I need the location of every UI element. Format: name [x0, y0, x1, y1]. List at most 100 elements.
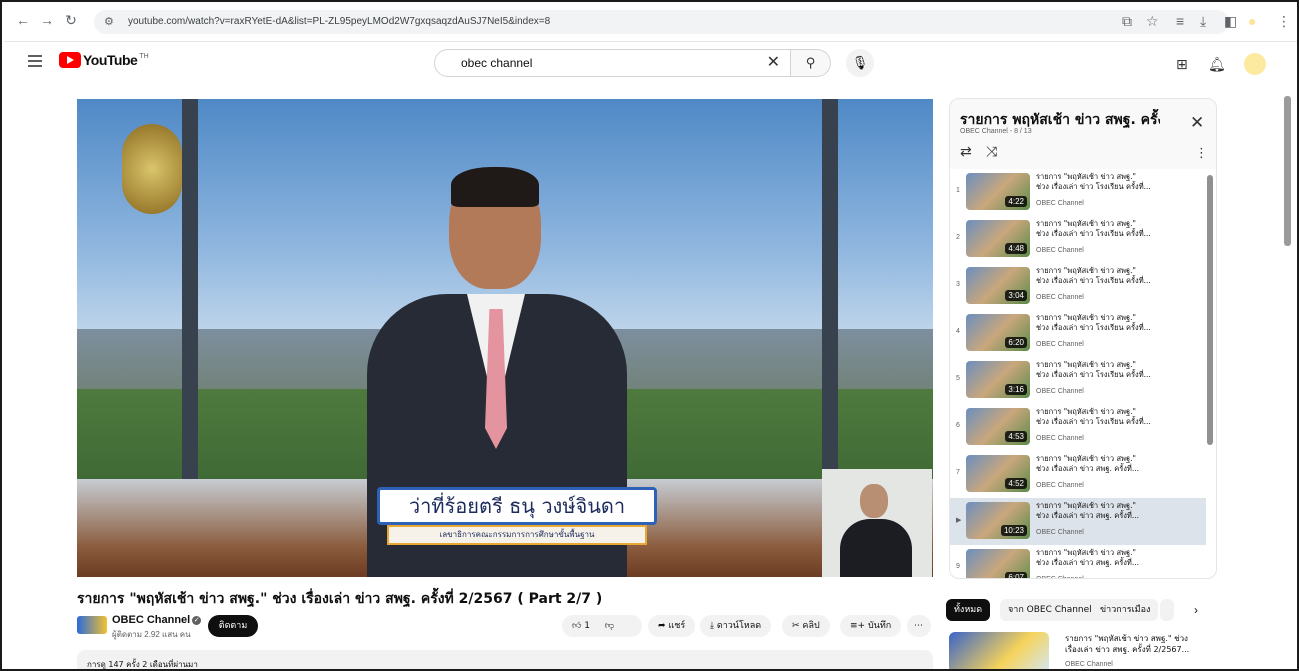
video-player[interactable]: ว่าที่ร้อยตรี ธนุ วงษ์จินดา เลขาธิการคณะ…	[77, 99, 933, 577]
playlist-item-thumbnail[interactable]: 10:23	[966, 502, 1030, 539]
hamburger-menu-icon[interactable]	[28, 55, 42, 67]
channel-name[interactable]: OBEC Channel ✓	[112, 614, 202, 626]
more-options-icon[interactable]: ⋮	[1195, 145, 1208, 161]
playlist-item-index: 2	[956, 234, 960, 241]
channel-avatar[interactable]	[77, 616, 107, 634]
loop-icon[interactable]: ⇄	[960, 143, 972, 160]
address-bar[interactable]: ⚙ youtube.com/watch?v=raxRYetE-dA&list=P…	[94, 10, 1229, 34]
playlist-item-thumbnail[interactable]: 3:16	[966, 361, 1030, 398]
playlist-item-thumbnail[interactable]: 3:04	[966, 267, 1030, 304]
playlist-item-title[interactable]: รายการ "พฤหัสเช้า ข่าว สพฐ." ช่วง เรื่องเ…	[1036, 548, 1201, 568]
playlist-subtitle: OBEC Channel - 8 / 13	[960, 128, 1032, 135]
duration-badge: 3:04	[1005, 290, 1027, 301]
clear-search-icon[interactable]: ✕	[767, 50, 780, 76]
playlist-item-thumbnail[interactable]: 4:52	[966, 455, 1030, 492]
download-button[interactable]: ⤓ ดาวน์โหลด	[700, 615, 772, 637]
more-actions-icon[interactable]: ⋯	[907, 615, 931, 637]
playlist-item[interactable]: 1 4:22 รายการ "พฤหัสเช้า ข่าว สพฐ." ช่วง เร…	[950, 169, 1206, 216]
lower-third: ว่าที่ร้อยตรี ธนุ วงษ์จินดา เลขาธิการคณะ…	[377, 487, 657, 551]
save-button[interactable]: ≡+ บันทึก	[840, 615, 902, 637]
duration-badge: 3:16	[1005, 384, 1027, 395]
subscriber-count: ผู้ติดตาม 2.92 แสน คน	[112, 630, 191, 639]
like-dislike-button[interactable]: 👍︎ 1 👎︎	[562, 615, 642, 637]
chevron-right-icon[interactable]: ›	[1194, 603, 1198, 617]
profile-icon[interactable]: ●	[1248, 13, 1256, 29]
url-text: youtube.com/watch?v=raxRYetE-dA&list=PL-…	[128, 16, 551, 27]
thumbs-up-icon: 👍︎	[572, 621, 582, 631]
playlist-item[interactable]: 9 6:07 รายการ "พฤหัสเช้า ข่าว สพฐ." ช่วง เร…	[950, 545, 1206, 578]
playlist-item-title[interactable]: รายการ "พฤหัสเช้า ข่าว สพฐ." ช่วง เรื่องเ…	[1036, 266, 1201, 286]
subscribe-button[interactable]: ติดตาม	[208, 615, 258, 637]
window-frame	[182, 99, 198, 499]
site-settings-icon[interactable]: ⚙	[104, 10, 114, 34]
sign-language-interpreter	[822, 469, 932, 577]
thumbs-down-icon[interactable]: 👎︎	[605, 621, 614, 631]
playlist-item-channel: OBEC Channel	[1036, 576, 1084, 578]
youtube-logo[interactable]: YouTube TH	[59, 52, 149, 68]
playlist-item[interactable]: 4 6:20 รายการ "พฤหัสเช้า ข่าว สพฐ." ช่วง เร…	[950, 310, 1206, 357]
page-scrollbar[interactable]	[1284, 96, 1291, 246]
recommended-channel[interactable]: OBEC Channel	[1065, 661, 1113, 668]
voice-search-button[interactable]: 🎙	[846, 49, 874, 77]
search-value: obec channel	[461, 56, 533, 70]
reload-icon[interactable]: ↻	[62, 12, 80, 29]
chip-from-channel[interactable]: จาก OBEC Channel	[1000, 599, 1100, 621]
search-input[interactable]: obec channel ✕	[434, 49, 791, 77]
playlist-item-title[interactable]: รายการ "พฤหัสเช้า ข่าว สพฐ." ช่วง เรื่องเ…	[1036, 407, 1201, 427]
verified-icon: ✓	[192, 615, 202, 625]
playlist-item[interactable]: 6 4:53 รายการ "พฤหัสเช้า ข่าว สพฐ." ช่วง เร…	[950, 404, 1206, 451]
playlist-scrollbar[interactable]	[1207, 175, 1213, 445]
create-icon[interactable]: ⊞	[1176, 56, 1188, 73]
shuffle-icon[interactable]: ⤨	[986, 143, 997, 160]
playlist-item-title[interactable]: รายการ "พฤหัสเช้า ข่าว สพฐ." ช่วง เรื่องเ…	[1036, 501, 1201, 521]
clip-button[interactable]: ✂ คลิป	[782, 615, 830, 637]
sidepanel-icon[interactable]: ◧	[1224, 13, 1237, 30]
playlist-item[interactable]: 7 4:52 รายการ "พฤหัสเช้า ข่าว สพฐ." ช่วง เร…	[950, 451, 1206, 498]
recommended-title[interactable]: รายการ "พฤหัสเช้า ข่าว สพฐ." ช่วง เรื่อง…	[1065, 633, 1225, 655]
download-icon[interactable]: ⤓	[1200, 13, 1206, 30]
playlist-item-index: 7	[956, 469, 960, 476]
lower-third-title: เลขาธิการคณะกรรมการการศึกษาขั้นพื้นฐาน	[387, 525, 647, 545]
close-icon[interactable]: ✕	[1190, 113, 1204, 133]
playlist-item-title[interactable]: รายการ "พฤหัสเช้า ข่าว สพฐ." ช่วง เรื่องเ…	[1036, 360, 1201, 380]
playlist-item-title[interactable]: รายการ "พฤหัสเช้า ข่าว สพฐ." ช่วง เรื่องเ…	[1036, 219, 1201, 239]
browser-menu-icon[interactable]: ⋮	[1277, 13, 1291, 30]
description-box[interactable]: การดู 147 ครั้ง 2 เดือนที่ผ่านมา	[77, 650, 933, 669]
save-playlist-icon: ≡+	[850, 621, 866, 631]
lower-third-name: ว่าที่ร้อยตรี ธนุ วงษ์จินดา	[377, 487, 657, 525]
playlist-item-channel: OBEC Channel	[1036, 529, 1084, 536]
bookmark-star-icon[interactable]: ☆	[1146, 13, 1159, 30]
playlist-item[interactable]: 3 3:04 รายการ "พฤหัสเช้า ข่าว สพฐ." ช่วง เร…	[950, 263, 1206, 310]
back-icon[interactable]: ←	[14, 12, 32, 28]
account-avatar[interactable]	[1244, 53, 1266, 75]
playlist-item-title[interactable]: รายการ "พฤหัสเช้า ข่าว สพฐ." ช่วง เรื่องเ…	[1036, 454, 1201, 474]
playlist-item[interactable]: 2 4:48 รายการ "พฤหัสเช้า ข่าว สพฐ." ช่วง เร…	[950, 216, 1206, 263]
share-button[interactable]: ➦ แชร์	[648, 615, 696, 637]
playlist-item-thumbnail[interactable]: 4:22	[966, 173, 1030, 210]
duration-badge: 4:22	[1005, 196, 1027, 207]
playlist-item[interactable]: ▶ 10:23 รายการ "พฤหัสเช้า ข่าว สพฐ." ช่วง เ…	[950, 498, 1206, 545]
view-count-date: การดู 147 ครั้ง 2 เดือนที่ผ่านมา	[87, 660, 198, 669]
notifications-bell-icon[interactable]: 🔔︎	[1208, 56, 1226, 73]
playlist-item-thumbnail[interactable]: 6:20	[966, 314, 1030, 351]
playlist-item[interactable]: 5 3:16 รายการ "พฤหัสเช้า ข่าว สพฐ." ช่วง เร…	[950, 357, 1206, 404]
forward-icon[interactable]: →	[38, 12, 56, 28]
playlist-item-title[interactable]: รายการ "พฤหัสเช้า ข่าว สพฐ." ช่วง เรื่องเ…	[1036, 313, 1201, 333]
playlist-item-thumbnail[interactable]: 4:53	[966, 408, 1030, 445]
duration-badge: 4:52	[1005, 478, 1027, 489]
playlist-item-title[interactable]: รายการ "พฤหัสเช้า ข่าว สพฐ." ช่วง เรื่องเ…	[1036, 172, 1201, 192]
playlist-item-channel: OBEC Channel	[1036, 341, 1084, 348]
country-code: TH	[139, 52, 149, 60]
playlist-item-thumbnail[interactable]: 6:07	[966, 549, 1030, 578]
cast-icon[interactable]: ⧉	[1122, 13, 1132, 30]
reading-list-icon[interactable]: ≡	[1176, 13, 1184, 29]
chip-politics-news[interactable]: ข่าวการเมือง	[1092, 599, 1159, 621]
scissors-icon: ✂	[792, 621, 800, 631]
playlist-item-index: 4	[956, 328, 960, 335]
search-button[interactable]: ⚲	[791, 49, 831, 77]
chip-more[interactable]	[1160, 599, 1174, 621]
playlist-panel: รายการ พฤหัสเช้า ข่าว สพฐ. ครั้งที่ 2/25…	[949, 98, 1217, 579]
recommended-thumbnail[interactable]	[949, 632, 1049, 669]
chip-all[interactable]: ทั้งหมด	[946, 599, 991, 621]
playlist-item-thumbnail[interactable]: 4:48	[966, 220, 1030, 257]
